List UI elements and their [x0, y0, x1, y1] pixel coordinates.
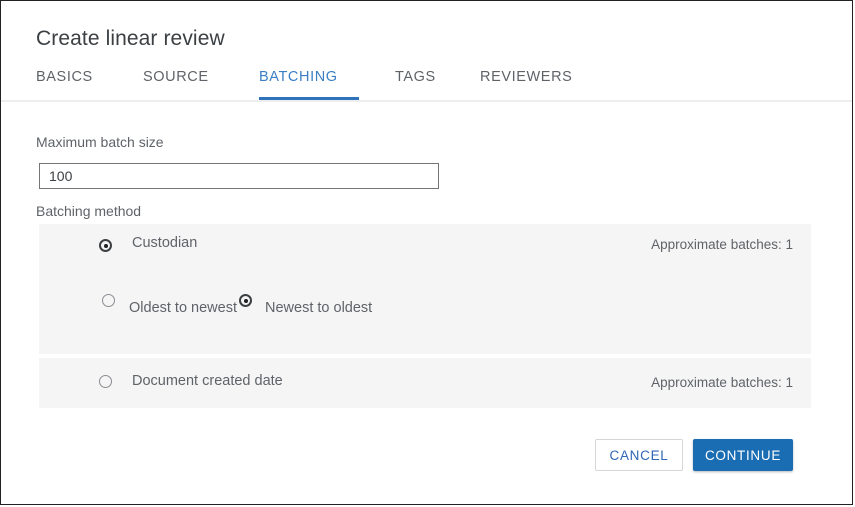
radio-document-created-date-label[interactable]: Document created date [132, 373, 283, 389]
tab-batching-label: BATCHING [259, 69, 338, 85]
continue-button[interactable]: CONTINUE [693, 439, 793, 471]
cancel-button[interactable]: CANCEL [595, 439, 683, 471]
tab-batching[interactable]: BATCHING [259, 69, 359, 100]
radio-custodian-label[interactable]: Custodian [132, 235, 197, 251]
tab-source-label: SOURCE [143, 69, 209, 85]
radio-newest-to-oldest[interactable] [239, 294, 252, 307]
radio-oldest-to-newest-label[interactable]: Oldest to newest [129, 300, 237, 316]
page-title: Create linear review [36, 27, 225, 50]
batching-method-card-document-created-date[interactable]: Document created date Approximate batche… [39, 358, 811, 408]
tab-reviewers[interactable]: REVIEWERS [480, 69, 585, 100]
tab-tags-label: TAGS [395, 69, 436, 85]
tab-basics-label: BASICS [36, 69, 93, 85]
approximate-batches-document-created-date: Approximate batches: 1 [651, 375, 793, 390]
max-batch-size-input[interactable] [39, 163, 439, 189]
radio-oldest-to-newest[interactable] [102, 294, 115, 307]
radio-document-created-date[interactable] [99, 375, 112, 388]
tab-bar-divider [1, 100, 852, 102]
radio-custodian[interactable] [99, 239, 112, 252]
batching-method-card-custodian[interactable]: Custodian Approximate batches: 1 Oldest … [39, 224, 811, 354]
tab-bar: BASICS SOURCE BATCHING TAGS REVIEWERS [1, 69, 852, 100]
tab-reviewers-label: REVIEWERS [480, 69, 573, 85]
batching-method-label: Batching method [36, 203, 142, 219]
radio-newest-to-oldest-label[interactable]: Newest to oldest [265, 300, 372, 316]
tab-tags[interactable]: TAGS [395, 69, 443, 100]
tab-basics[interactable]: BASICS [36, 69, 108, 100]
max-batch-size-label: Maximum batch size [36, 134, 164, 150]
approximate-batches-custodian: Approximate batches: 1 [651, 237, 793, 252]
tab-source[interactable]: SOURCE [143, 69, 219, 100]
create-linear-review-dialog: Create linear review BASICS SOURCE BATCH… [0, 0, 853, 505]
